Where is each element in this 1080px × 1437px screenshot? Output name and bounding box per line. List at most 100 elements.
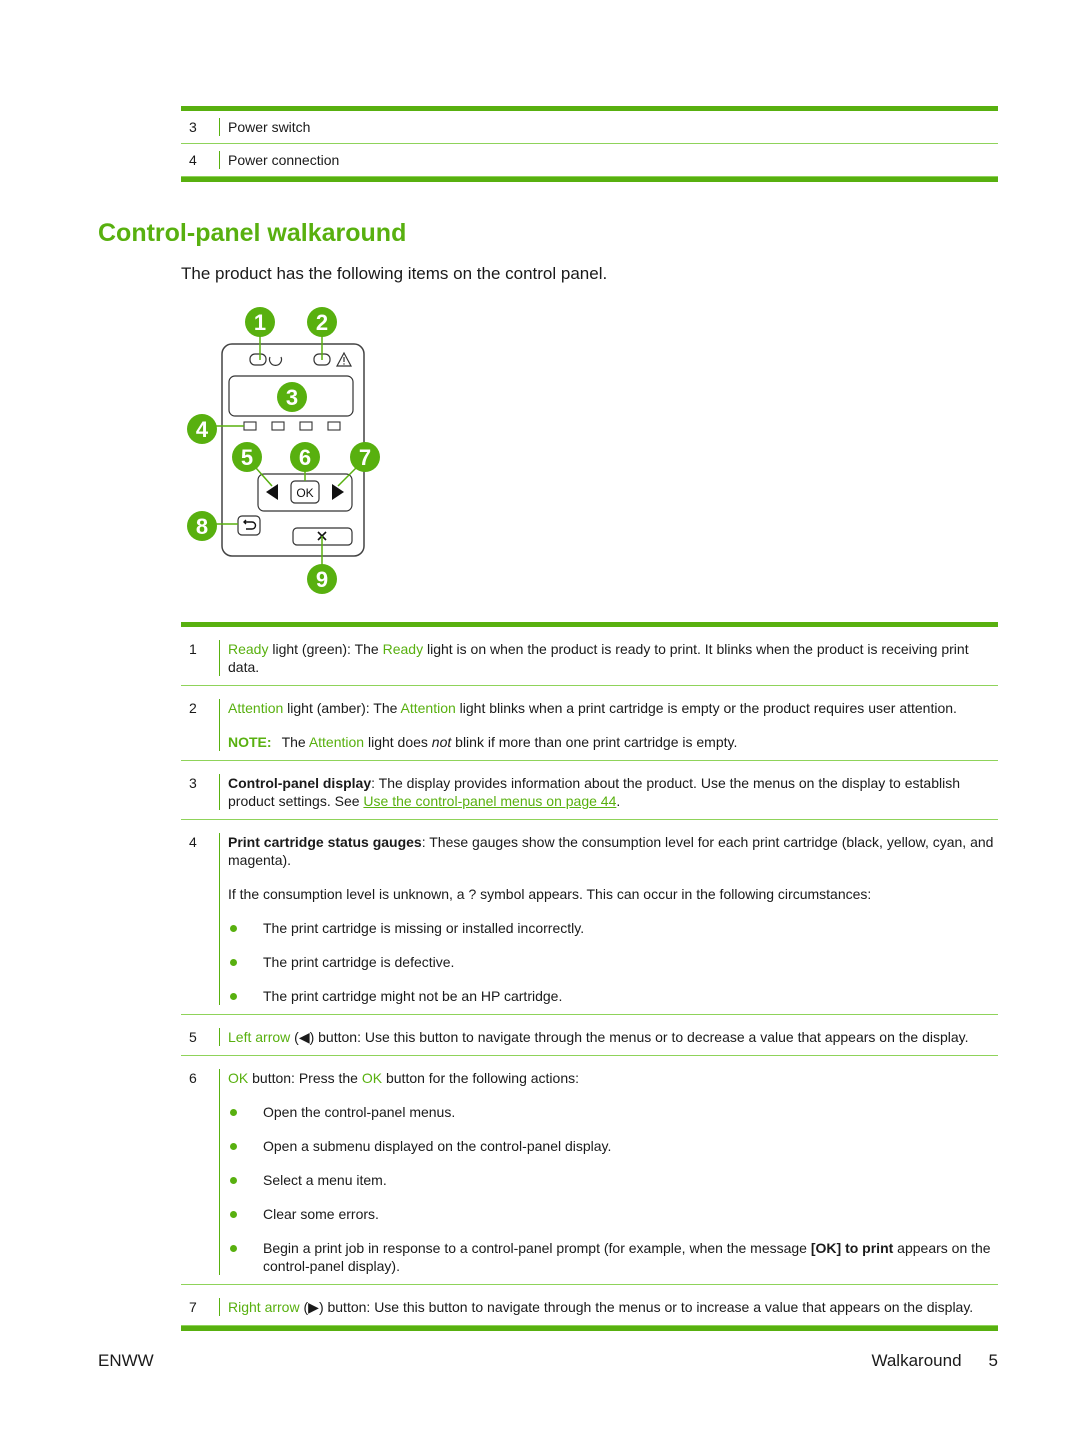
row-number: 1 bbox=[181, 640, 220, 676]
table-row: 5 Left arrow (◀) button: Use this button… bbox=[181, 1015, 998, 1056]
footer-section: Walkaround bbox=[871, 1351, 962, 1370]
svg-text:1: 1 bbox=[254, 310, 266, 335]
row-number: 4 bbox=[181, 151, 220, 169]
row-number: 3 bbox=[181, 118, 220, 136]
term-display: Control-panel display bbox=[228, 775, 372, 791]
warning-triangle-icon bbox=[335, 351, 353, 367]
emphasis: not bbox=[431, 734, 452, 750]
bullet-icon bbox=[230, 1109, 237, 1116]
svg-text:8: 8 bbox=[196, 514, 208, 539]
svg-text:7: 7 bbox=[359, 445, 371, 470]
svg-text:5: 5 bbox=[241, 445, 253, 470]
bullet-icon bbox=[230, 1211, 237, 1218]
paragraph: Attention light (amber): The Attention l… bbox=[228, 699, 998, 717]
bullet-list: The print cartridge is missing or instal… bbox=[228, 919, 998, 1005]
list-item: The print cartridge is missing or instal… bbox=[228, 919, 998, 937]
term-attention: Attention bbox=[400, 700, 456, 716]
text: button: Press the bbox=[248, 1070, 362, 1086]
table-row: 4 Print cartridge status gauges: These g… bbox=[181, 820, 998, 1015]
svg-text:2: 2 bbox=[316, 310, 328, 335]
right-arrow-icon: ▶ bbox=[308, 1299, 319, 1315]
table-row: 7 Right arrow (▶) button: Use this butto… bbox=[181, 1285, 998, 1326]
term-ok: OK bbox=[228, 1070, 249, 1086]
left-arrow-icon: ◀ bbox=[298, 1029, 310, 1045]
right-arrow-icon bbox=[332, 484, 344, 500]
note-label: NOTE: bbox=[228, 734, 272, 750]
ready-symbol-icon bbox=[268, 356, 283, 366]
gauge-cyan-icon bbox=[299, 421, 313, 431]
text: light blinks when a print cartridge is e… bbox=[455, 700, 957, 716]
row-number: 5 bbox=[181, 1028, 220, 1046]
list-item: Open a submenu displayed on the control-… bbox=[228, 1137, 998, 1155]
list-item-text: The print cartridge is missing or instal… bbox=[263, 920, 585, 936]
table-row: 6 OK button: Press the OK button for the… bbox=[181, 1056, 998, 1285]
parts-table-continued: 3 Power switch 4 Power connection bbox=[181, 106, 998, 182]
gauge-magenta-icon bbox=[327, 421, 341, 431]
table-row: 4 Power connection bbox=[181, 144, 998, 177]
row-number: 7 bbox=[181, 1298, 220, 1316]
row-description: OK button: Press the OK button for the f… bbox=[220, 1069, 998, 1275]
bullet-list: Open the control-panel menus. Open a sub… bbox=[228, 1103, 998, 1275]
row-number: 6 bbox=[181, 1069, 220, 1275]
list-item: Clear some errors. bbox=[228, 1205, 998, 1223]
svg-text:4: 4 bbox=[196, 417, 209, 442]
term-gauges: Print cartridge status gauges bbox=[228, 834, 422, 850]
term-left-arrow: Left arrow bbox=[228, 1029, 291, 1045]
text: light does bbox=[364, 734, 432, 750]
footer-page-info: Walkaround 5 bbox=[871, 1351, 998, 1371]
message-ok-to-print: [OK] to print bbox=[810, 1240, 894, 1256]
list-item: The print cartridge is defective. bbox=[228, 953, 998, 971]
callout-3: 3 bbox=[277, 382, 307, 412]
list-item-text: Open a submenu displayed on the control-… bbox=[263, 1138, 612, 1154]
text: ( bbox=[290, 1029, 299, 1045]
footer-locale: ENWW bbox=[98, 1351, 154, 1370]
paragraph: Print cartridge status gauges: These gau… bbox=[228, 833, 998, 869]
cross-reference-link[interactable]: Use the control-panel menus on page 44 bbox=[363, 793, 616, 809]
callout-1: 1 bbox=[245, 307, 275, 337]
row-description: Print cartridge status gauges: These gau… bbox=[220, 833, 998, 1005]
text: light (green): The bbox=[268, 641, 383, 657]
text: blink if more than one print cartridge i… bbox=[451, 734, 738, 750]
text: . bbox=[616, 793, 621, 809]
row-description: Power switch bbox=[228, 119, 311, 135]
control-panel-items-table: 1 Ready light (green): The Ready light i… bbox=[181, 622, 998, 1331]
list-item: Begin a print job in response to a contr… bbox=[228, 1239, 998, 1275]
callout-8: 8 bbox=[187, 511, 217, 541]
ready-light-icon bbox=[249, 353, 267, 366]
text: The bbox=[281, 734, 309, 750]
bullet-icon bbox=[230, 959, 237, 966]
svg-text:6: 6 bbox=[299, 445, 311, 470]
row-number: 4 bbox=[181, 833, 220, 1005]
section-intro: The product has the following items on t… bbox=[181, 264, 608, 283]
callout-5: 5 bbox=[232, 442, 262, 472]
term-ready: Ready bbox=[382, 641, 424, 657]
control-panel-diagram: OK 1 2 3 4 5 6 7 8 9 bbox=[187, 307, 380, 594]
list-item-text: Begin a print job in response to a contr… bbox=[263, 1239, 998, 1275]
bullet-icon bbox=[230, 925, 237, 932]
bullet-icon bbox=[230, 1177, 237, 1184]
callout-2: 2 bbox=[307, 307, 337, 337]
row-description: Left arrow (◀) button: Use this button t… bbox=[220, 1028, 998, 1046]
row-description: Attention light (amber): The Attention l… bbox=[220, 699, 998, 751]
term-right-arrow: Right arrow bbox=[228, 1299, 300, 1315]
bullet-icon bbox=[230, 993, 237, 1000]
callout-6: 6 bbox=[290, 442, 320, 472]
callout-9: 9 bbox=[307, 564, 337, 594]
term-ok: OK bbox=[361, 1070, 383, 1086]
list-item: The print cartridge might not be an HP c… bbox=[228, 987, 998, 1005]
list-item-text: Clear some errors. bbox=[263, 1206, 379, 1222]
svg-text:9: 9 bbox=[316, 567, 328, 592]
bullet-icon bbox=[230, 1143, 237, 1150]
text: button for the following actions: bbox=[382, 1070, 579, 1086]
list-item-text: Select a menu item. bbox=[263, 1172, 387, 1188]
text: ) button: Use this button to navigate th… bbox=[318, 1299, 974, 1315]
row-description: Control-panel display: The display provi… bbox=[220, 774, 998, 810]
ok-label: OK bbox=[296, 486, 313, 500]
text: ) button: Use this button to navigate th… bbox=[309, 1029, 969, 1045]
list-item: Open the control-panel menus. bbox=[228, 1103, 998, 1121]
table-bottom-rule bbox=[181, 177, 998, 182]
row-description: Right arrow (▶) button: Use this button … bbox=[220, 1298, 998, 1316]
list-item-text: The print cartridge is defective. bbox=[263, 954, 455, 970]
row-description: Power connection bbox=[228, 152, 340, 168]
table-bottom-rule bbox=[181, 1326, 998, 1331]
